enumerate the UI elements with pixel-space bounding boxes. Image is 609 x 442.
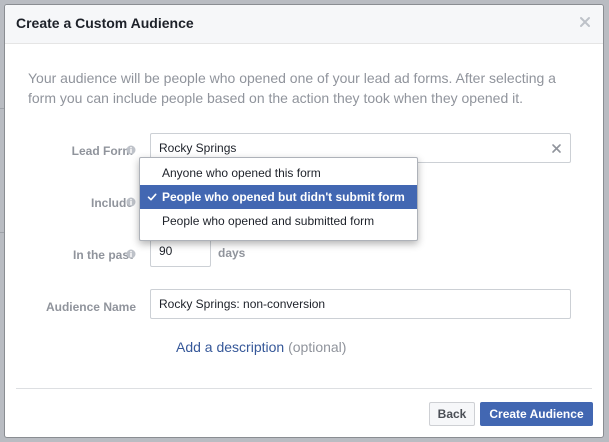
clear-icon[interactable] bbox=[551, 143, 562, 154]
checkmark-icon bbox=[147, 193, 157, 201]
include-option-submitted[interactable]: People who opened and submitted form bbox=[140, 209, 417, 233]
days-value: 90 bbox=[159, 244, 173, 258]
dialog-title: Create a Custom Audience bbox=[16, 15, 194, 31]
include-option-anyone[interactable]: Anyone who opened this form bbox=[140, 161, 417, 185]
audience-name-label: Audience Name bbox=[45, 300, 136, 314]
footer-divider bbox=[16, 388, 592, 389]
create-audience-button[interactable]: Create Audience bbox=[480, 402, 593, 426]
option-label: Anyone who opened this form bbox=[162, 166, 321, 180]
optional-label: (optional) bbox=[288, 339, 347, 355]
audience-name-input[interactable]: Rocky Springs: non-conversion bbox=[150, 289, 571, 319]
info-icon[interactable] bbox=[126, 249, 136, 259]
close-icon[interactable] bbox=[577, 14, 593, 30]
info-icon[interactable] bbox=[126, 197, 136, 207]
audience-name-value: Rocky Springs: non-conversion bbox=[159, 297, 326, 311]
info-icon[interactable] bbox=[126, 145, 136, 155]
in-past-label: In the past bbox=[72, 248, 133, 262]
include-dropdown-menu: Anyone who opened this form People who o… bbox=[139, 157, 418, 241]
back-button[interactable]: Back bbox=[429, 402, 475, 426]
option-label: People who opened but didn't submit form bbox=[162, 190, 405, 204]
days-label: days bbox=[218, 246, 246, 260]
lead-form-label: Lead Form bbox=[71, 144, 133, 158]
include-option-not-submitted[interactable]: People who opened but didn't submit form bbox=[140, 185, 417, 209]
create-audience-dialog: Create a Custom Audience Your audience w… bbox=[4, 4, 604, 438]
intro-text: Your audience will be people who opened … bbox=[28, 70, 556, 106]
add-description: Add a description (optional) bbox=[176, 339, 346, 355]
option-label: People who opened and submitted form bbox=[162, 214, 375, 228]
lead-form-value: Rocky Springs bbox=[159, 141, 237, 155]
add-description-link[interactable]: Add a description bbox=[176, 339, 284, 355]
dialog-header: Create a Custom Audience bbox=[5, 5, 603, 44]
